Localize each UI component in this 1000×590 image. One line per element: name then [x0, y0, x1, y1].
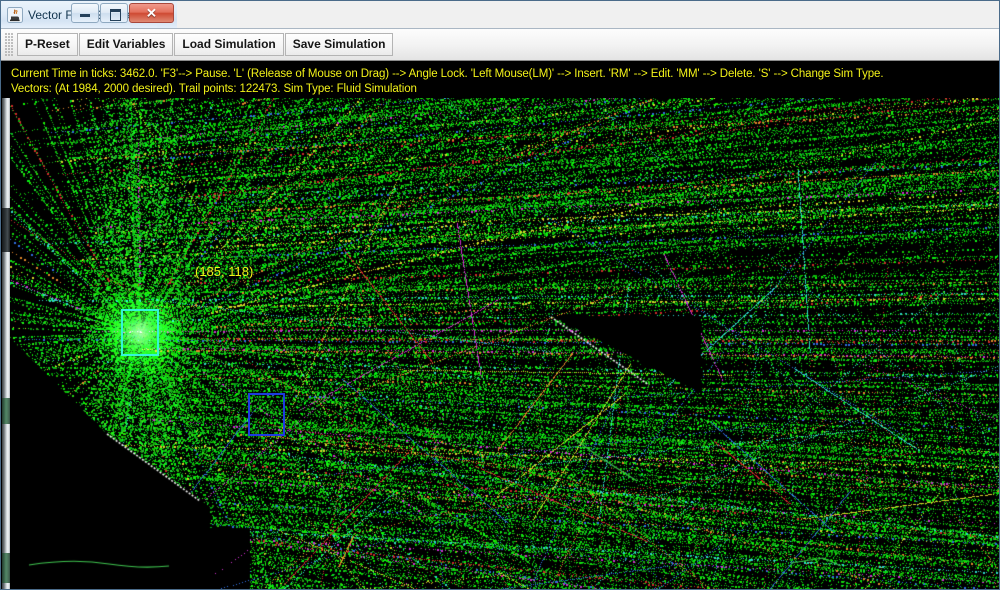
application-window: Vector Flow Simulator ✕ P-Reset Edit Var…	[0, 0, 1000, 590]
save-simulation-button[interactable]: Save Simulation	[284, 33, 394, 56]
scrollbar-mark-upper	[2, 398, 10, 424]
edit-variables-button[interactable]: Edit Variables	[78, 33, 174, 56]
scrollbar-mark-lower	[2, 553, 10, 583]
minimize-button[interactable]	[71, 3, 99, 23]
vector-selection-box[interactable]	[248, 393, 285, 436]
scrollbar-thumb[interactable]	[2, 208, 10, 252]
java-coffee-cup-icon	[7, 6, 23, 23]
close-button[interactable]: ✕	[129, 3, 174, 23]
emitter-selection-box[interactable]	[121, 309, 159, 356]
minimize-icon	[80, 14, 90, 17]
simulation-viewport[interactable]: (185, 118)	[1, 98, 999, 589]
status-line-keybinds: Current Time in ticks: 3462.0. 'F3'--> P…	[11, 68, 884, 80]
maximize-icon	[110, 9, 121, 21]
simulation-scrollbar[interactable]	[2, 98, 10, 589]
status-line-counters: Vectors: (At 1984, 2000 desired). Trail …	[11, 83, 417, 95]
title-bar[interactable]: Vector Flow Simulator ✕	[1, 1, 177, 28]
close-icon: ✕	[146, 5, 157, 21]
status-panel: Current Time in ticks: 3462.0. 'F3'--> P…	[1, 61, 999, 98]
maximize-button[interactable]	[100, 3, 128, 23]
load-simulation-button[interactable]: Load Simulation	[174, 33, 284, 56]
toolbar: P-Reset Edit Variables Load Simulation S…	[1, 28, 999, 61]
window-controls: ✕	[71, 3, 174, 23]
p-reset-button[interactable]: P-Reset	[17, 33, 78, 56]
toolbar-drag-grip[interactable]	[4, 32, 13, 57]
